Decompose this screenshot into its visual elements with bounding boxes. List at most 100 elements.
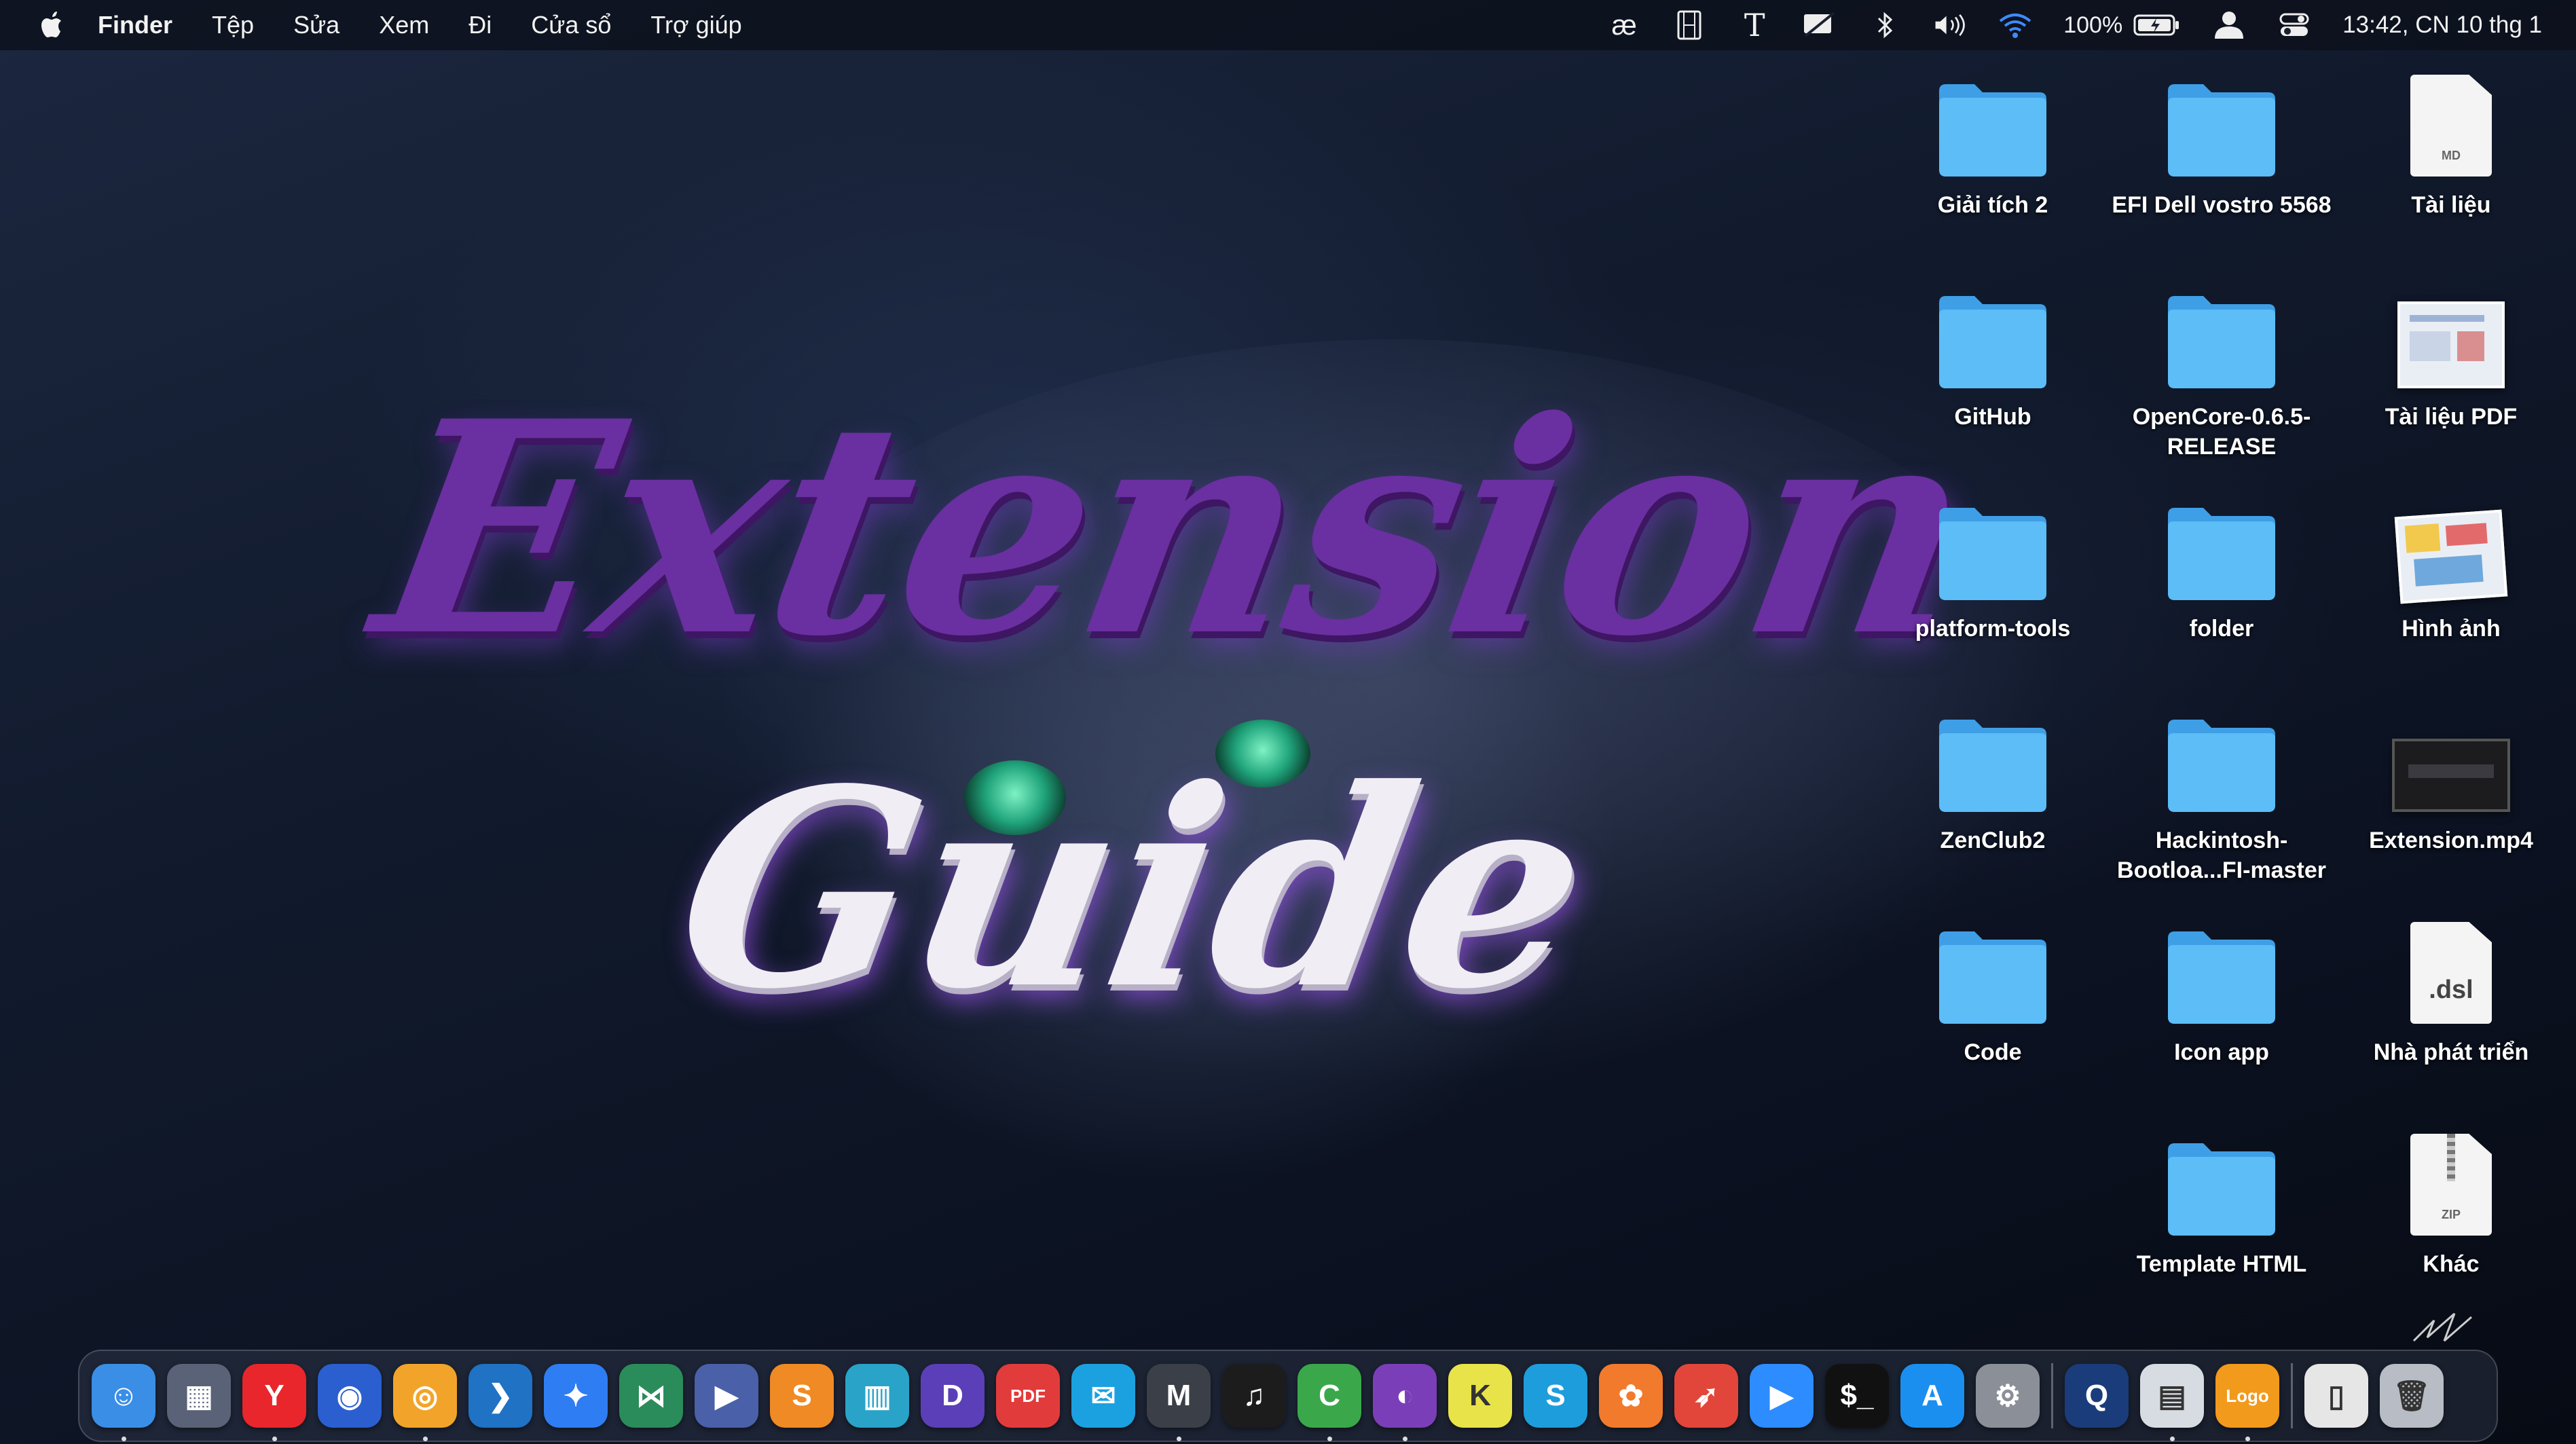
type-icon[interactable]: T xyxy=(1737,7,1771,43)
dock: ☺ ▦ Y ◉ ◎ ❯ ✦ ⋈ ▶ S ▥ D PDF ✉ M ♫ C ◐ K S ✿ ➶ ▶ $_ A ⚙ Q ▤ Logo ▯ 🗑 xyxy=(78,1350,2498,1442)
apple-menu-icon[interactable] xyxy=(37,9,69,41)
folder-icon xyxy=(2168,84,2275,177)
desktop-file-hinh-anh[interactable]: Hình ảnh xyxy=(2339,492,2563,644)
desktop-item-label: Khác xyxy=(2423,1251,2480,1277)
running-indicator xyxy=(1327,1437,1332,1441)
finder-icon[interactable]: ☺ xyxy=(92,1364,155,1441)
logo-maker-icon[interactable]: Logo xyxy=(2215,1364,2279,1441)
running-indicator xyxy=(1403,1437,1407,1441)
menu-window[interactable]: Cửa sổ xyxy=(531,11,611,39)
dock-icon-glyph: M xyxy=(1166,1379,1192,1412)
folder-icon xyxy=(2168,296,2275,388)
desktop-folder-giai-tich-2[interactable]: Giải tích 2 xyxy=(1881,68,2105,220)
terminal-icon[interactable]: $_ xyxy=(1825,1364,1889,1428)
volume-icon[interactable] xyxy=(1933,8,1967,42)
menu-file[interactable]: Tệp xyxy=(212,11,254,39)
desktop-file-khac[interactable]: ZIP Khác xyxy=(2339,1127,2563,1279)
mailspring-icon[interactable]: ✉ xyxy=(1071,1364,1135,1428)
dock-icon-glyph: ▥ xyxy=(863,1379,891,1413)
desktop-item-label: Hình ảnh xyxy=(2402,616,2501,642)
sketch-share-icon[interactable]: ✿ xyxy=(1599,1364,1663,1428)
dock-separator xyxy=(2051,1363,2053,1428)
desktop-folder-code[interactable]: Code xyxy=(1881,915,2105,1067)
dictionary-icon[interactable]: D xyxy=(921,1364,985,1428)
dock-icon-glyph: ▶ xyxy=(715,1379,738,1413)
trash-icon[interactable]: 🗑 xyxy=(2380,1364,2444,1428)
desktop-item-label: Nhà phát triển xyxy=(2373,1039,2529,1065)
vscode-icon[interactable]: ❯ xyxy=(468,1364,532,1428)
wallpaper-title-extension: Extension xyxy=(356,358,1993,701)
dock-icon-glyph: PDF xyxy=(1010,1385,1046,1406)
battery-icon[interactable] xyxy=(2133,8,2181,42)
notification-icon[interactable] xyxy=(1803,8,1837,42)
desktop-file-extension-mp4[interactable]: Extension.mp4 xyxy=(2339,703,2563,855)
desktop-folder-platform-tools[interactable]: platform-tools xyxy=(1881,492,2105,644)
pdf-thumbnail-icon xyxy=(2397,301,2505,388)
dock-icon-glyph: ▯ xyxy=(2327,1379,2345,1413)
visual-studio-icon[interactable]: ⋈ xyxy=(619,1364,683,1428)
github-desktop-icon[interactable]: ◐ xyxy=(1373,1364,1437,1441)
firefox-icon[interactable]: ◉ xyxy=(318,1364,382,1428)
codeshot-icon[interactable]: C xyxy=(1298,1364,1361,1441)
sidebar-app-icon[interactable]: ▥ xyxy=(845,1364,909,1428)
user-icon[interactable] xyxy=(2212,8,2246,42)
desktop-folder-opencore[interactable]: OpenCore-0.6.5-RELEASE xyxy=(2110,280,2334,462)
desktop-item-label: Extension.mp4 xyxy=(2369,828,2533,853)
text-input-icon[interactable]: æ xyxy=(1607,8,1641,42)
chrome-canary-icon[interactable]: ◎ xyxy=(393,1364,457,1441)
menu-clock[interactable]: 13:42, CN 10 thg 1 xyxy=(2342,12,2542,39)
documents-stack-icon[interactable]: ▯ xyxy=(2304,1364,2368,1428)
desktop-folder-template-html[interactable]: Template HTML xyxy=(2110,1127,2334,1279)
battery-percentage: 100% xyxy=(2063,12,2123,38)
desktop-folder-github[interactable]: GitHub xyxy=(1881,280,2105,432)
preview-icon[interactable]: ▤ xyxy=(2140,1364,2204,1441)
app-store-icon[interactable]: A xyxy=(1900,1364,1964,1428)
dock-icon-glyph: C xyxy=(1319,1379,1340,1412)
dock-icon-glyph: K xyxy=(1469,1379,1491,1412)
launchpad-icon[interactable]: ▦ xyxy=(167,1364,231,1428)
messenger-icon[interactable]: ✦ xyxy=(544,1364,608,1428)
dock-icon-glyph: Q xyxy=(2084,1379,2109,1412)
dock-icon-glyph: S xyxy=(792,1379,812,1412)
folder-icon xyxy=(1939,931,2046,1024)
wifi-icon[interactable] xyxy=(1998,8,2032,42)
desktop-file-tai-lieu[interactable]: MD Tài liệu xyxy=(2339,68,2563,220)
folder-icon xyxy=(2168,931,2275,1024)
control-center-icon[interactable] xyxy=(2277,8,2311,42)
desktop-folder-icon-app[interactable]: Icon app xyxy=(2110,915,2334,1067)
spotify-icon[interactable]: ♫ xyxy=(1222,1364,1286,1428)
menu-finder[interactable]: Finder xyxy=(98,11,172,39)
kite-icon[interactable]: K xyxy=(1448,1364,1512,1428)
film-icon[interactable] xyxy=(1672,8,1706,42)
dock-icon-glyph: 🗑 xyxy=(2393,1380,2431,1413)
dock-icon-glyph: S xyxy=(1545,1379,1566,1412)
prompt-icon[interactable]: ▶ xyxy=(695,1364,758,1428)
dock-icon-glyph: ◐ xyxy=(1395,1379,1414,1412)
yandex-browser-icon[interactable]: Y xyxy=(242,1364,306,1441)
system-preferences-icon[interactable]: ⚙ xyxy=(1976,1364,2040,1428)
bluetooth-icon[interactable] xyxy=(1868,8,1902,42)
wallpaper-title-guide: Guide xyxy=(657,730,1609,1049)
desktop-item-label: folder xyxy=(2189,616,2254,642)
menu-go[interactable]: Đi xyxy=(468,11,492,39)
rocket-typist-icon[interactable]: ➶ xyxy=(1674,1364,1738,1428)
menu-edit[interactable]: Sửa xyxy=(293,11,339,39)
desktop-folder-folder[interactable]: folder xyxy=(2110,492,2334,644)
skype-icon[interactable]: S xyxy=(1524,1364,1587,1428)
dock-icon-glyph: ✦ xyxy=(563,1379,589,1413)
desktop-folder-efi-dell[interactable]: EFI Dell vostro 5568 xyxy=(2110,68,2334,220)
desktop-folder-zenclub2[interactable]: ZenClub2 xyxy=(1881,703,2105,855)
monitor-app-icon[interactable]: M xyxy=(1147,1364,1211,1441)
zoom-icon[interactable]: ▶ xyxy=(1750,1364,1814,1428)
desktop-file-tai-lieu-pdf[interactable]: Tài liệu PDF xyxy=(2339,280,2563,432)
desktop-item-label: platform-tools xyxy=(1915,616,2071,642)
sublime-text-icon[interactable]: S xyxy=(770,1364,834,1428)
pdf-expert-icon[interactable]: PDF xyxy=(996,1364,1060,1428)
menu-view[interactable]: Xem xyxy=(379,11,429,39)
quicktime-icon[interactable]: Q xyxy=(2065,1364,2129,1428)
menu-help[interactable]: Trợ giúp xyxy=(650,11,741,39)
dock-separator xyxy=(2291,1363,2293,1428)
video-thumbnail-icon xyxy=(2392,739,2510,812)
desktop-file-nha-phat-trien[interactable]: .dsl Nhà phát triển xyxy=(2339,915,2563,1067)
desktop-folder-hackintosh[interactable]: Hackintosh-Bootloa...FI-master xyxy=(2110,703,2334,885)
